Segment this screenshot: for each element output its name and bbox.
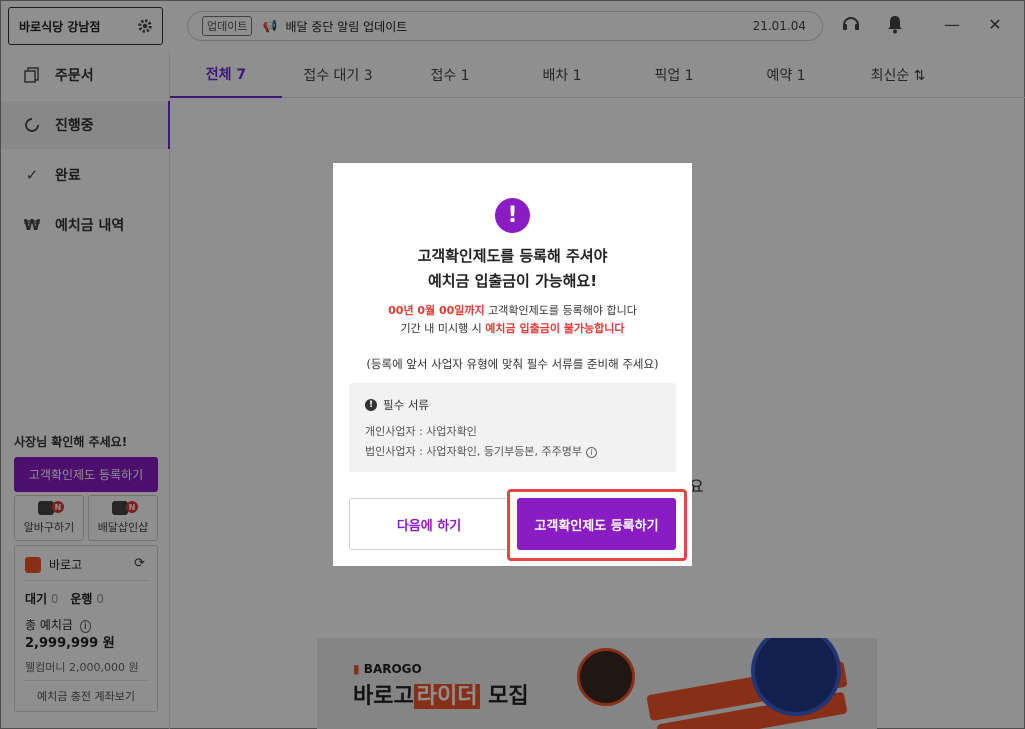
modal-title-line1: 고객확인제도를 등록해 주셔야 bbox=[417, 247, 608, 265]
modal-title-line2: 예치금 입출금이 가능해요! bbox=[427, 272, 598, 290]
deadline-line: 00년 0월 00일까지 고객확인제도를 등록해야 합니다 bbox=[333, 302, 692, 318]
deadline-rest: 고객확인제도를 등록해야 합니다 bbox=[484, 304, 637, 317]
warning-line: 기간 내 미시행 시 예치금 입출금이 불가능합니다 bbox=[333, 320, 692, 336]
required-documents-box: ! 필수 서류 개인사업자 : 사업자확인 법인사업자 : 사업자확인, 등기부… bbox=[349, 383, 676, 472]
corporate-requirement-text: 법인사업자 : 사업자확인, 등기부등본, 주주명부 bbox=[365, 445, 582, 458]
exclamation-icon: ! bbox=[495, 198, 530, 233]
deadline-date: 00년 0월 00일까지 bbox=[388, 304, 485, 317]
warning-red: 예치금 입출금이 불가능합니다 bbox=[485, 322, 625, 335]
required-documents-header: ! 필수 서류 bbox=[365, 397, 429, 413]
info-icon[interactable]: i bbox=[585, 446, 597, 458]
corporate-requirement: 법인사업자 : 사업자확인, 등기부등본, 주주명부 i bbox=[365, 443, 597, 459]
required-documents-title: 필수 서류 bbox=[383, 398, 429, 412]
highlight-box bbox=[507, 489, 687, 561]
individual-requirement: 개인사업자 : 사업자확인 bbox=[365, 425, 477, 438]
modal-note: (등록에 앞서 사업자 유형에 맞춰 필수 서류를 준비해 주세요) bbox=[366, 357, 659, 371]
exclamation-icon: ! bbox=[365, 399, 377, 411]
later-button[interactable]: 다음에 하기 bbox=[349, 498, 509, 550]
warning-prefix: 기간 내 미시행 시 bbox=[400, 322, 486, 335]
